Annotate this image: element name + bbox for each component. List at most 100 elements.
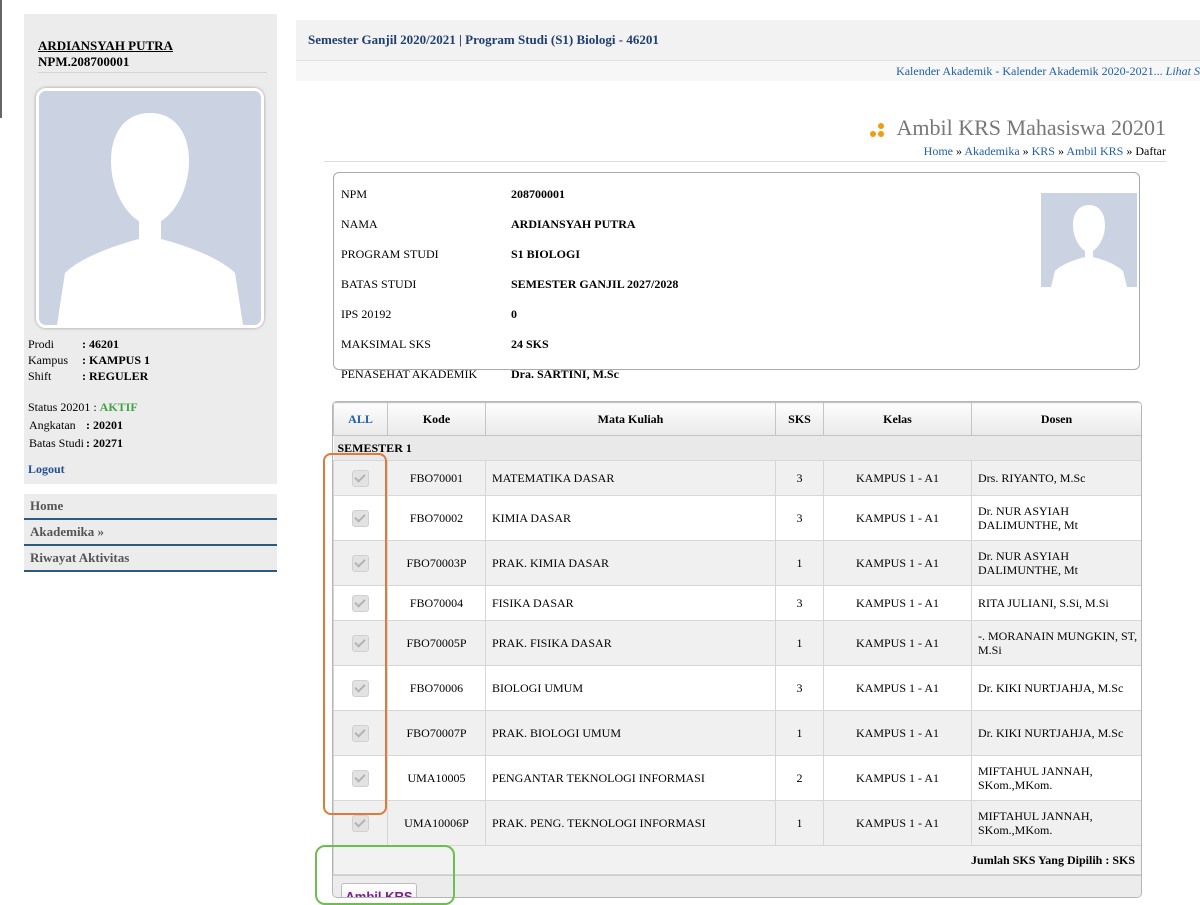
course-class: KAMPUS 1 - A1 [823, 585, 972, 621]
course-class: KAMPUS 1 - A1 [823, 800, 972, 846]
info-label: Kampus [28, 352, 68, 367]
column-header-dosen: Dosen [971, 402, 1141, 436]
course-lecturer: MIFTAHUL JANNAH, SKom.,MKom. [971, 755, 1141, 801]
field-value: ARDIANSYAH PUTRA [511, 216, 636, 231]
student-row-maksimal-sks: MAKSIMAL SKS 24 SKS [340, 329, 679, 359]
course-sks: 3 [775, 665, 824, 711]
logout-link[interactable]: Logout [28, 462, 65, 477]
course-code: FBO70003P [387, 540, 486, 586]
field-label: BATAS STUDI [341, 276, 417, 291]
sidebar: ARDIANSYAH PUTRA NPM.208700001 Prodi : 4… [24, 14, 277, 484]
title-divider [324, 161, 1166, 162]
select-all-toggle[interactable]: ALL [333, 402, 388, 436]
user-npm: NPM.208700001 [38, 54, 130, 69]
field-value: S1 BIOLOGI [511, 246, 581, 261]
course-code: FBO70006 [387, 665, 486, 711]
field-value: 0 [511, 306, 517, 321]
profile-photo [36, 88, 264, 328]
course-code: FBO70001 [387, 460, 486, 496]
student-summary: Prodi : 46201 Kampus : KAMPUS 1 Shift : … [28, 336, 150, 384]
student-info-table: NPM 208700001 NAMA ARDIANSYAH PUTRA PROG… [340, 179, 679, 389]
student-row-program-studi: PROGRAM STUDI S1 BIOLOGI [340, 239, 679, 269]
info-value: : 20271 [86, 435, 124, 450]
user-name[interactable]: ARDIANSYAH PUTRA [38, 38, 173, 54]
breadcrumb-home[interactable]: Home [924, 144, 953, 158]
field-label: NPM [341, 186, 368, 201]
semester-label: SEMESTER 1 [333, 435, 1141, 461]
status-line: Status 20201 : AKTIF [28, 400, 138, 415]
course-lecturer: Dr. NUR ASYIAH DALIMUNTHE, Mt [971, 540, 1141, 586]
calendar-text: Kalender Akademik - Kalender Akademik 20… [896, 64, 1166, 78]
course-code: FBO70004 [387, 585, 486, 621]
course-class: KAMPUS 1 - A1 [823, 710, 972, 756]
krs-header-row: ALL Kode Mata Kuliah SKS Kelas Dosen [333, 402, 1141, 436]
breadcrumb-sep: » [1054, 144, 1067, 158]
student-summary-2: Angkatan : 20201 Batas Studi : 20271 [28, 416, 124, 452]
sidebar-divider [38, 72, 267, 73]
course-sks: 3 [775, 460, 824, 496]
breadcrumb-sep: » [1019, 144, 1032, 158]
page-title: Ambil KRS Mahasiswa 20201 [870, 115, 1166, 141]
table-row: UMA10006P PRAK. PENG. TEKNOLOGI INFORMAS… [333, 800, 1141, 846]
table-row: FBO70006 BIOLOGI UMUM 3 KAMPUS 1 - A1 Dr… [333, 665, 1141, 711]
krs-table-panel: ALL Kode Mata Kuliah SKS Kelas Dosen SEM… [332, 401, 1142, 898]
course-lecturer: MIFTAHUL JANNAH, SKom.,MKom. [971, 800, 1141, 846]
menu-item-riwayat-aktivitas[interactable]: Riwayat Aktivitas [24, 546, 277, 572]
breadcrumb: Home » Akademika » KRS » Ambil KRS » Daf… [924, 144, 1166, 159]
table-row: FBO70003P PRAK. KIMIA DASAR 1 KAMPUS 1 -… [333, 540, 1141, 586]
course-lecturer: Dr. KIKI NURTJAHJA, M.Sc [971, 665, 1141, 711]
semester-group-row: SEMESTER 1 [333, 435, 1141, 461]
field-value: 208700001 [511, 186, 565, 201]
student-avatar [1041, 193, 1137, 287]
status-label: Status 20201 : [28, 400, 97, 414]
course-lecturer: RITA JULIANI, S.Si, M.Si [971, 585, 1141, 621]
course-sks: 3 [775, 495, 824, 541]
breadcrumb-current: Daftar [1135, 144, 1166, 158]
course-name: PENGANTAR TEKNOLOGI INFORMASI [485, 755, 776, 801]
breadcrumb-sep: » [952, 144, 965, 158]
course-lecturer: Drs. RIYANTO, M.Sc [971, 460, 1141, 496]
calendar-more-link[interactable]: Lihat S [1166, 64, 1200, 78]
checkbox-checked[interactable] [352, 814, 369, 832]
calendar-bar: Kalender Akademik - Kalender Akademik 20… [296, 60, 1200, 81]
course-lecturer: -. MORANAIN MUNGKIN, ST, M.Si [971, 620, 1141, 666]
table-row: FBO70004 FISIKA DASAR 3 KAMPUS 1 - A1 RI… [333, 585, 1141, 621]
table-row: UMA10005 PENGANTAR TEKNOLOGI INFORMASI 2… [333, 755, 1141, 801]
submit-button-highlight [315, 845, 455, 905]
course-code: FBO70005P [387, 620, 486, 666]
course-class: KAMPUS 1 - A1 [823, 540, 972, 586]
column-header-kelas: Kelas [823, 402, 972, 436]
info-label: Prodi [28, 336, 55, 351]
course-name: FISIKA DASAR [485, 585, 776, 621]
calendar-link[interactable]: Kalender Akademik - Kalender Akademik 20… [896, 64, 1200, 79]
person-silhouette-icon [39, 91, 261, 325]
breadcrumb-sep: » [1123, 144, 1136, 158]
field-value: 24 SKS [511, 336, 549, 351]
info-row-prodi: Prodi : 46201 [28, 336, 150, 352]
info-value: : KAMPUS 1 [82, 352, 150, 367]
course-class: KAMPUS 1 - A1 [823, 495, 972, 541]
menu-item-akademika[interactable]: Akademika » [24, 520, 277, 546]
breadcrumb-akademika[interactable]: Akademika [964, 144, 1019, 158]
field-label: PENASEHAT AKADEMIK [341, 366, 478, 381]
breadcrumb-krs[interactable]: KRS [1032, 144, 1055, 158]
status-badge: AKTIF [99, 400, 138, 414]
info-label: Angkatan [29, 417, 76, 432]
student-row-ips: IPS 20192 0 [340, 299, 679, 329]
course-name: PRAK. FISIKA DASAR [485, 620, 776, 666]
info-label: Batas Studi [29, 435, 85, 450]
student-row-batas-studi: BATAS STUDI SEMESTER GANJIL 2027/2028 [340, 269, 679, 299]
course-class: KAMPUS 1 - A1 [823, 755, 972, 801]
course-sks: 1 [775, 710, 824, 756]
course-name: BIOLOGI UMUM [485, 665, 776, 711]
breadcrumb-ambil-krs[interactable]: Ambil KRS [1066, 144, 1123, 158]
field-value: Dra. SARTINI, M.Sc [511, 366, 619, 381]
krs-table: ALL Kode Mata Kuliah SKS Kelas Dosen SEM… [333, 402, 1141, 875]
course-sks: 1 [775, 800, 824, 846]
menu-item-home[interactable]: Home [24, 494, 277, 520]
table-row: FBO70001 MATEMATIKA DASAR 3 KAMPUS 1 - A… [333, 460, 1141, 496]
semester-program-title: Semester Ganjil 2020/2021 | Program Stud… [308, 32, 659, 47]
column-header-kode: Kode [387, 402, 486, 436]
field-label: PROGRAM STUDI [341, 246, 439, 261]
info-value: : 20201 [86, 417, 124, 432]
